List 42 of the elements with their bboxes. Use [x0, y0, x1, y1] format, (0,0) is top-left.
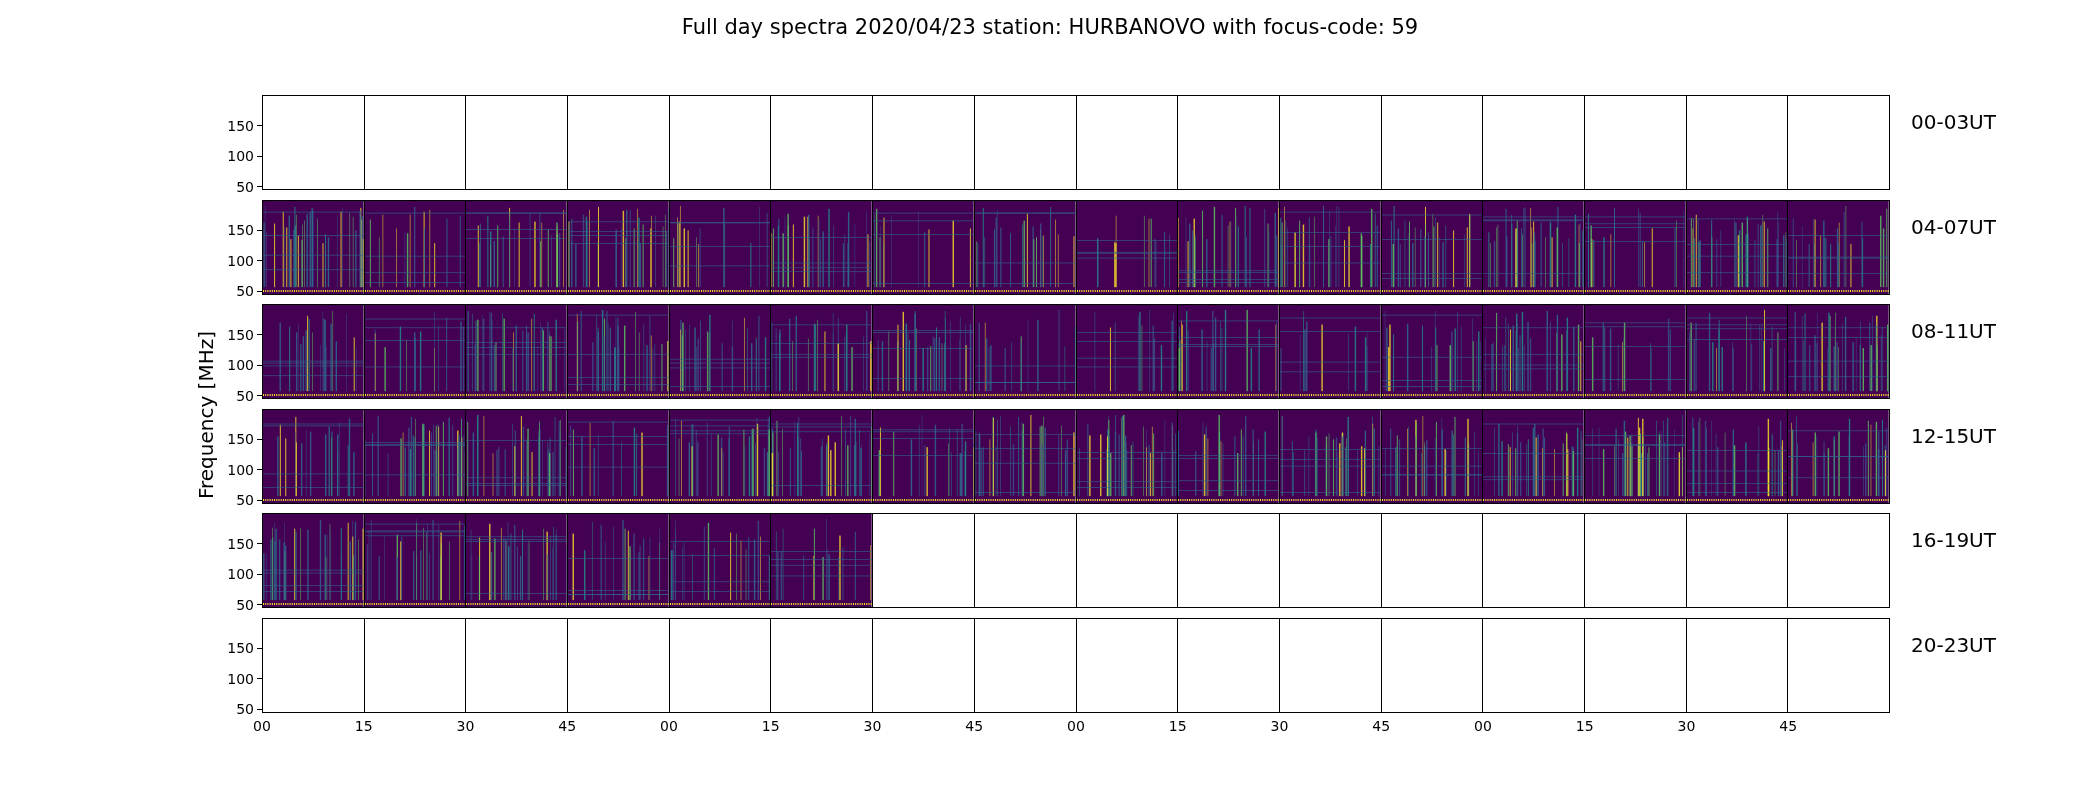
- axis-tick-label: 45: [558, 717, 577, 736]
- axis-tick-label: 30: [456, 717, 475, 736]
- axis-tick-label: 15: [354, 717, 373, 736]
- axis-tick-label: 150: [227, 536, 254, 551]
- axis-tick-label: 00: [1474, 717, 1492, 736]
- axis-tick-label: 15: [1575, 717, 1594, 736]
- axis-tick-label: 45: [1372, 717, 1391, 736]
- axis-tick-label: 30: [863, 717, 882, 736]
- axis-tick-label: 50: [236, 493, 254, 508]
- axis-label: Frequency [MHz]: [194, 331, 218, 500]
- row-label: 04-07UT: [1911, 214, 1996, 239]
- axis-tick-label: 150: [227, 432, 254, 447]
- axis-tick-label: 150: [227, 641, 254, 656]
- axis-tick-label: 100: [227, 253, 254, 268]
- axis-tick-label: 30: [1677, 717, 1696, 736]
- row-label: 00-03UT: [1911, 110, 1996, 134]
- axis-tick-label: 50: [236, 284, 254, 299]
- axis-tick-label: 50: [236, 388, 254, 403]
- axis-tick-label: 100: [227, 567, 254, 582]
- axis-tick-label: 150: [227, 118, 254, 133]
- axis-tick-label: 00: [1067, 717, 1085, 736]
- axis-tick-label: 45: [965, 717, 984, 736]
- axis-tick-label: 00: [660, 717, 678, 736]
- row-label: 16-19UT: [1911, 528, 1996, 552]
- axis-tick-label: 15: [761, 717, 780, 736]
- axis-tick-label: 50: [236, 597, 254, 612]
- axis-tick-label: 50: [236, 179, 254, 194]
- axis-tick-label: 150: [227, 223, 254, 238]
- row-label: 12-15UT: [1911, 423, 1996, 448]
- axis-tick-label: 100: [227, 462, 254, 477]
- axis-tick-label: 150: [227, 327, 254, 342]
- axis-tick-label: 45: [1779, 717, 1798, 736]
- axis-tick-label: 15: [1168, 717, 1187, 736]
- row-label: 20-23UT: [1911, 632, 1996, 657]
- axis-tick-label: 00: [253, 717, 271, 736]
- axis-tick-label: 100: [227, 671, 254, 686]
- axis-tick-label: 100: [227, 149, 254, 164]
- chart-title: Full day spectra 2020/04/23 station: HURBANOVO with focus-code: 59: [681, 14, 1419, 40]
- axis-tick-label: 100: [227, 358, 254, 373]
- axis-tick-label: 50: [236, 702, 254, 717]
- axis-tick-label: 30: [1270, 717, 1289, 736]
- row-label: 08-11UT: [1911, 319, 1996, 343]
